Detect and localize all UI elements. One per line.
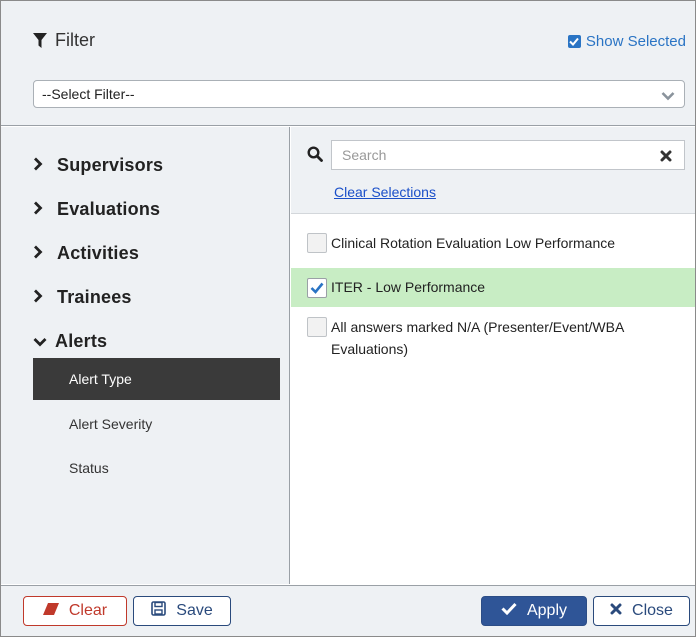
close-icon[interactable] xyxy=(660,149,672,167)
nav-category-label: Evaluations xyxy=(57,198,161,219)
checkbox[interactable] xyxy=(307,317,327,337)
clear-button-label: Clear xyxy=(68,602,108,619)
filter-category-nav: Supervisors Evaluations Activities Train… xyxy=(1,127,290,584)
filter-panel: Filter Show Selected --Select Filter-- S… xyxy=(0,0,696,637)
close-button-label: Close xyxy=(632,602,673,619)
search-input[interactable] xyxy=(331,140,685,170)
nav-category-label: Trainees xyxy=(57,286,132,307)
checkbox[interactable] xyxy=(307,278,327,298)
show-selected-label: Show Selected xyxy=(585,33,686,50)
nav-category-activities[interactable]: Activities xyxy=(33,240,139,266)
nav-category-label: Alerts xyxy=(55,330,108,351)
filter-options-pane: Clear Selections Clinical Rotation Evalu… xyxy=(291,127,695,584)
nav-item-alert-type[interactable]: Alert Type xyxy=(33,358,280,400)
chevron-down-icon xyxy=(33,331,47,352)
save-button[interactable]: Save xyxy=(133,596,231,626)
nav-category-evaluations[interactable]: Evaluations xyxy=(33,196,160,222)
nav-category-label: Activities xyxy=(57,242,140,263)
eraser-icon xyxy=(42,602,59,620)
show-selected-toggle[interactable]: Show Selected xyxy=(567,33,686,50)
option-label: All answers marked N/A (Presenter/Event/… xyxy=(331,319,624,357)
select-filter-value: --Select Filter-- xyxy=(42,86,135,102)
filter-footer: Clear Save Apply Close xyxy=(1,585,695,636)
option-iter-low-performance[interactable]: ITER - Low Performance xyxy=(291,268,695,307)
checkbox[interactable] xyxy=(307,233,327,253)
chevron-right-icon xyxy=(33,287,43,308)
nav-item-label: Alert Type xyxy=(69,371,132,387)
nav-item-status[interactable]: Status xyxy=(33,447,280,489)
chevron-right-icon xyxy=(33,155,43,176)
funnel-icon xyxy=(33,33,47,48)
checkmark-icon xyxy=(310,282,324,294)
nav-item-alert-severity[interactable]: Alert Severity xyxy=(33,403,280,445)
clear-selections-link[interactable]: Clear Selections xyxy=(334,184,436,200)
apply-button[interactable]: Apply xyxy=(481,596,587,626)
apply-button-label: Apply xyxy=(526,602,568,619)
option-label: ITER - Low Performance xyxy=(331,279,486,295)
option-all-answers-na[interactable]: All answers marked N/A (Presenter/Event/… xyxy=(291,314,695,364)
nav-category-label: Supervisors xyxy=(57,154,164,175)
filter-header: Filter Show Selected --Select Filter-- xyxy=(1,1,695,126)
nav-item-label: Alert Severity xyxy=(69,416,153,432)
search-icon xyxy=(307,146,323,167)
nav-category-supervisors[interactable]: Supervisors xyxy=(33,152,163,178)
close-button[interactable]: Close xyxy=(593,596,690,626)
nav-category-alerts[interactable]: Alerts xyxy=(33,328,107,354)
save-button-label: Save xyxy=(176,602,213,619)
select-filter-dropdown[interactable]: --Select Filter-- xyxy=(33,80,685,108)
nav-item-label: Status xyxy=(69,460,109,476)
search-bar: Clear Selections xyxy=(291,127,695,214)
checkmark-icon xyxy=(501,602,517,620)
clear-button[interactable]: Clear xyxy=(23,596,127,626)
checkbox-checked-icon xyxy=(567,35,581,48)
nav-category-trainees[interactable]: Trainees xyxy=(33,284,132,310)
floppy-disk-icon xyxy=(151,601,167,621)
chevron-down-icon xyxy=(661,88,675,104)
chevron-right-icon xyxy=(33,199,43,220)
close-icon xyxy=(610,602,622,620)
chevron-right-icon xyxy=(33,243,43,264)
option-label: Clinical Rotation Evaluation Low Perform… xyxy=(331,235,616,251)
filter-title: Filter xyxy=(33,30,95,51)
filter-title-text: Filter xyxy=(55,30,95,50)
option-clinical-rotation[interactable]: Clinical Rotation Evaluation Low Perform… xyxy=(291,228,695,258)
